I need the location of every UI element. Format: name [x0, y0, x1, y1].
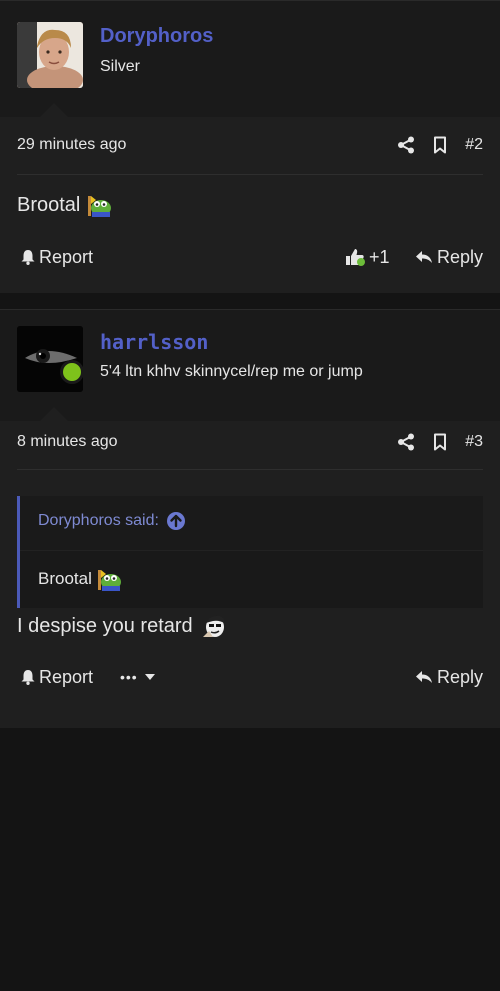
- frog-emoji-icon: [84, 192, 112, 218]
- arrow-up-circle-icon[interactable]: [166, 512, 185, 530]
- post-content: I despise you retard: [17, 613, 229, 639]
- report-button[interactable]: Report: [21, 243, 93, 271]
- online-indicator: [60, 360, 84, 384]
- bell-icon: [21, 670, 35, 685]
- report-button[interactable]: Report: [21, 663, 93, 691]
- quote-attribution[interactable]: Doryphoros said:: [38, 512, 185, 530]
- user-bar: harrlsson 5'4 ltn khhv skinnycel/rep me …: [0, 310, 500, 421]
- divider: [17, 174, 483, 175]
- avatar-image: [17, 22, 83, 88]
- reaction-count: +1: [369, 246, 390, 267]
- user-bar-arrow: [40, 407, 68, 421]
- post-actions-row: Report ••• Reply: [17, 663, 483, 691]
- caret-down-icon: [144, 674, 155, 680]
- share-icon[interactable]: [397, 136, 415, 154]
- quote-body: Brootal: [38, 566, 122, 592]
- user-bar-arrow: [40, 103, 68, 117]
- thumbs-up-icon: [346, 249, 365, 266]
- post-content: Brootal: [17, 192, 112, 218]
- post-text: I despise you retard: [17, 614, 193, 637]
- username[interactable]: Doryphoros: [100, 25, 213, 48]
- post-actions: [17, 963, 483, 991]
- bell-icon: [21, 250, 35, 265]
- more-options-button[interactable]: •••: [120, 663, 156, 691]
- reply-label: Reply: [436, 666, 483, 687]
- bookmark-icon[interactable]: [433, 136, 447, 154]
- reply-icon: [415, 251, 432, 263]
- post-number[interactable]: #2: [465, 136, 483, 154]
- quote-attribution-text: Doryphoros said:: [38, 512, 159, 529]
- reply-button[interactable]: Reply: [415, 243, 483, 271]
- post-meta: 29 minutes ago #2: [17, 130, 483, 160]
- report-label: Report: [39, 246, 94, 267]
- post-meta: 8 minutes ago #3: [17, 427, 483, 457]
- quote-block: Doryphoros said: Brootal: [17, 496, 483, 608]
- post-time[interactable]: 29 minutes ago: [17, 136, 126, 154]
- username[interactable]: harrlsson: [100, 330, 208, 354]
- user-title: 5'4 ltn khhv skinnycel/rep me or jump: [100, 363, 363, 380]
- bookmark-icon[interactable]: [433, 433, 447, 451]
- share-icon[interactable]: [397, 433, 415, 451]
- post-time[interactable]: 8 minutes ago: [17, 433, 118, 451]
- post: harrlsson 5'4 ltn khhv skinnycel/rep me …: [0, 309, 500, 728]
- post-text: Brootal: [17, 193, 81, 216]
- reply-label: Reply: [436, 246, 483, 267]
- reply-icon: [415, 671, 432, 683]
- user-title: Silver: [100, 58, 141, 75]
- post-tools: #2: [397, 130, 483, 160]
- more-label: •••: [120, 669, 138, 685]
- dude-emoji-icon: [201, 613, 229, 639]
- report-label: Report: [39, 666, 94, 687]
- quote-text: Brootal: [38, 569, 92, 588]
- frog-emoji-icon: [94, 566, 122, 592]
- avatar[interactable]: [17, 22, 83, 88]
- post-actions: Report +1 Reply: [17, 243, 483, 271]
- user-bar: Doryphoros Silver: [0, 1, 500, 117]
- post-number[interactable]: #3: [465, 433, 483, 451]
- reaction-button[interactable]: +1: [345, 243, 390, 271]
- divider: [17, 469, 483, 470]
- reply-button[interactable]: Reply: [415, 663, 483, 691]
- post: Doryphoros Silver 29 minutes ago #2 Broo…: [0, 0, 500, 293]
- post-tools: #3: [397, 427, 483, 457]
- quote-header: Doryphoros said:: [20, 496, 483, 551]
